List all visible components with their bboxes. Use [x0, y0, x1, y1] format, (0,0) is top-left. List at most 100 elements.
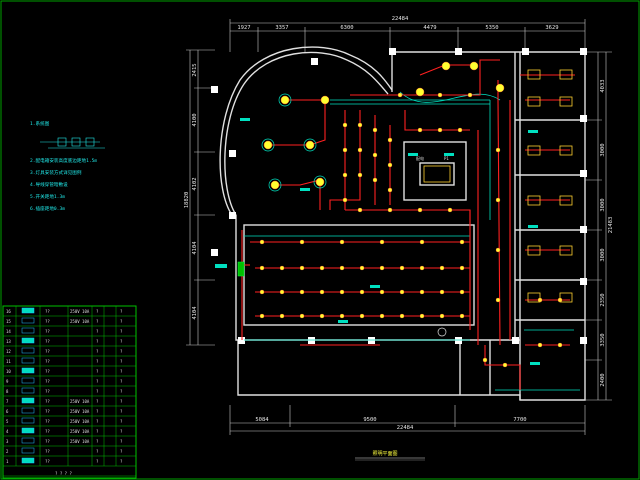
legend-quantity: ? [96, 419, 99, 424]
legend-row: 10???? [6, 367, 123, 374]
legend-symbol-icon [21, 407, 35, 414]
dim-label: 1927 [237, 25, 250, 31]
dim-label: 4033 [600, 79, 606, 92]
legend-symbol-icon [21, 447, 35, 454]
legend-symbol-icon [21, 427, 35, 434]
legend-spec: 250V 10A [70, 399, 90, 404]
dim-label: 4102 [192, 177, 198, 190]
legend-number: 3 [6, 439, 9, 444]
legend-note: ? [120, 349, 123, 354]
legend-number: 4 [6, 429, 9, 434]
dim-label: 3000 [600, 198, 606, 211]
legend-number: 11 [6, 359, 11, 364]
legend-row: 9???? [6, 377, 123, 384]
legend-name: ?? [45, 459, 50, 464]
legend-symbol-icon [21, 327, 35, 334]
legend-quantity: ? [96, 409, 99, 414]
legend-note: ? [120, 439, 123, 444]
dim-label: 4104 [192, 306, 198, 320]
legend-note: ? [120, 379, 123, 384]
legend-note: ? [120, 419, 123, 424]
legend-table: 16?? 250V 10A? ?15?? 250V 10A? ?14??? ?13????… [2, 305, 137, 479]
legend-quantity: ? [96, 389, 99, 394]
legend-spec: 250V 10A [70, 439, 90, 444]
legend-note: ? [120, 429, 123, 434]
legend-quantity: ? [96, 449, 99, 454]
legend-note: ? [120, 389, 123, 394]
sheet-border [0, 0, 640, 480]
legend-symbol-icon [21, 357, 35, 364]
legend-row: 13???? [6, 337, 123, 344]
legend-symbol-icon [21, 397, 35, 404]
legend-number: 10 [6, 369, 11, 374]
legend-name: ?? [45, 429, 50, 434]
legend-number: 15 [6, 319, 11, 324]
legend-number: 7 [6, 399, 9, 404]
legend-note: ? [120, 309, 123, 314]
note-line: 2.配电箱安装高度底边距地1.5m [30, 157, 97, 164]
legend-quantity: ? [96, 309, 99, 314]
legend-spec: 250V 10A [70, 319, 90, 324]
legend-note: ? [120, 369, 123, 374]
legend-note: ? [120, 449, 123, 454]
legend-quantity: ? [96, 459, 99, 464]
legend-row: 4?? 250V 10A?? [6, 427, 123, 434]
light-fixtures [259, 61, 563, 368]
dim-label: 2350 [600, 293, 606, 306]
legend-row: 5?? 250V 10A?? [6, 417, 123, 424]
legend-quantity: ? [96, 379, 99, 384]
legend-row: 16?? 250V 10A?? [6, 307, 123, 314]
legend-number: 5 [6, 419, 9, 424]
legend-name: ?? [45, 379, 50, 384]
dim-label: 2415 [192, 63, 198, 76]
dim-label: 2400 [600, 373, 606, 386]
legend-name: ?? [45, 349, 50, 354]
right-total-dimension: 21483 [608, 217, 614, 234]
note-line: 5.开关距地1.3m [30, 193, 65, 200]
dim-label: 3000 [600, 143, 606, 156]
legend-symbol-icon [21, 387, 35, 394]
legend-note: ? [120, 409, 123, 414]
legend-name: ?? [45, 359, 50, 364]
legend-row: 1???? [6, 457, 123, 464]
legend-symbol-icon [21, 437, 35, 444]
note-line: 6.插座距地0.3m [30, 205, 65, 212]
dim-label: 3350 [600, 333, 606, 346]
drawing-title-block: 照明平面图 [355, 451, 425, 461]
legend-note: ? [120, 329, 123, 334]
legend-quantity: ? [96, 349, 99, 354]
top-dimension-labels: 1927 3357 6300 4479 5350 3629 [237, 25, 558, 31]
legend-number: 13 [6, 339, 11, 344]
dim-label: 4479 [423, 25, 436, 31]
dim-label: 3629 [545, 25, 558, 31]
legend-name: ?? [45, 339, 50, 344]
legend-note: ? [120, 339, 123, 344]
left-total-dimension: 18820 [184, 192, 190, 209]
top-total-dimension: 22484 [392, 16, 409, 22]
legend-note: ? [120, 319, 123, 324]
legend-number: 9 [6, 379, 9, 384]
legend-number: 2 [6, 449, 9, 454]
legend-name: ?? [45, 419, 50, 424]
legend-number: 16 [6, 309, 11, 314]
legend-row: 12???? [6, 347, 123, 354]
dim-label: 7700 [513, 417, 526, 423]
legend-number: 14 [6, 329, 11, 334]
legend-quantity: ? [96, 369, 99, 374]
legend-symbol-icon [21, 307, 35, 314]
floor-plan-drawing: 22484 1927 3357 6300 4479 5350 3629 5084… [0, 0, 640, 480]
system-diagram-icon [40, 137, 105, 149]
legend-row: 14???? [6, 327, 123, 334]
dim-label: 3357 [275, 25, 288, 31]
legend-name: ?? [45, 319, 50, 324]
legend-note: ? [120, 399, 123, 404]
legend-row: 2???? [6, 447, 123, 454]
legend-symbol-icon [21, 417, 35, 424]
legend-quantity: ? [96, 339, 99, 344]
legend-note: ? [120, 359, 123, 364]
legend-symbol-icon [21, 377, 35, 384]
note-line: 4.导线穿管暗敷设 [30, 181, 68, 188]
room-label-panel: P1 [444, 156, 449, 161]
legend-row: 6?? 250V 10A?? [6, 407, 123, 414]
legend-quantity: ? [96, 329, 99, 334]
